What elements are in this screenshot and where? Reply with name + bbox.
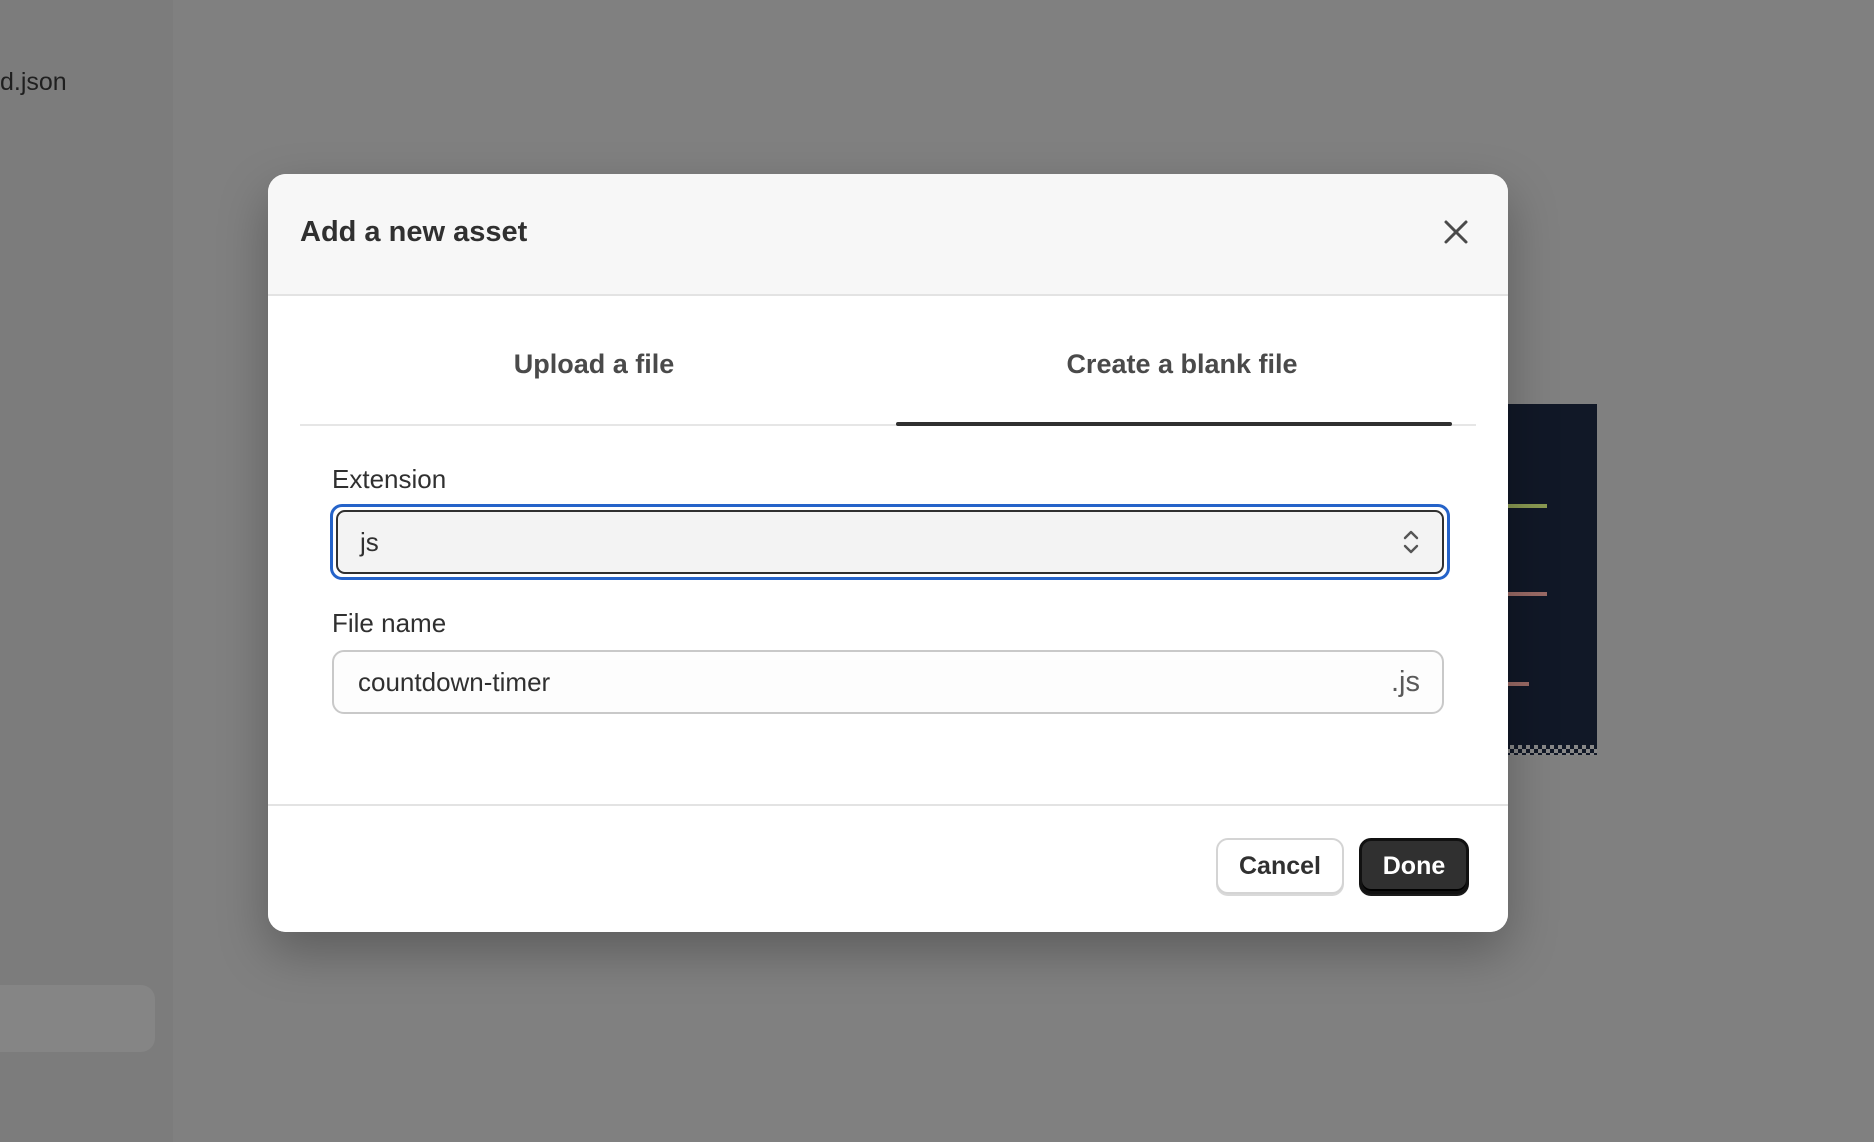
modal-header: Add a new asset	[268, 174, 1508, 296]
extension-select[interactable]: js	[336, 510, 1444, 574]
background-file-label: d.json	[0, 68, 67, 96]
add-asset-modal: Add a new asset Upload a file Create a b…	[268, 174, 1508, 932]
chevron-up-down-icon	[1403, 530, 1419, 554]
extension-label: Extension	[332, 464, 447, 494]
file-name-suffix: .js	[1391, 665, 1420, 698]
extension-select-focus-ring: js	[330, 504, 1450, 580]
close-button[interactable]	[1438, 214, 1474, 250]
tab-upload-file[interactable]: Upload a file	[300, 296, 888, 424]
modal-footer: Cancel Done	[268, 804, 1508, 932]
background-sidebar-item	[0, 985, 155, 1052]
done-button[interactable]: Done	[1359, 838, 1469, 894]
background-sidebar: d.json	[0, 0, 173, 1142]
cancel-button[interactable]: Cancel	[1216, 838, 1344, 894]
asset-tabs: Upload a file Create a blank file	[300, 296, 1476, 426]
modal-title: Add a new asset	[300, 216, 528, 248]
tab-create-blank-file[interactable]: Create a blank file	[888, 296, 1476, 426]
close-icon	[1444, 220, 1468, 244]
file-name-label: File name	[332, 608, 447, 638]
extension-select-value: js	[360, 526, 379, 557]
file-name-input[interactable]: countdown-timer .js	[332, 650, 1444, 714]
file-name-value: countdown-timer	[358, 666, 551, 697]
